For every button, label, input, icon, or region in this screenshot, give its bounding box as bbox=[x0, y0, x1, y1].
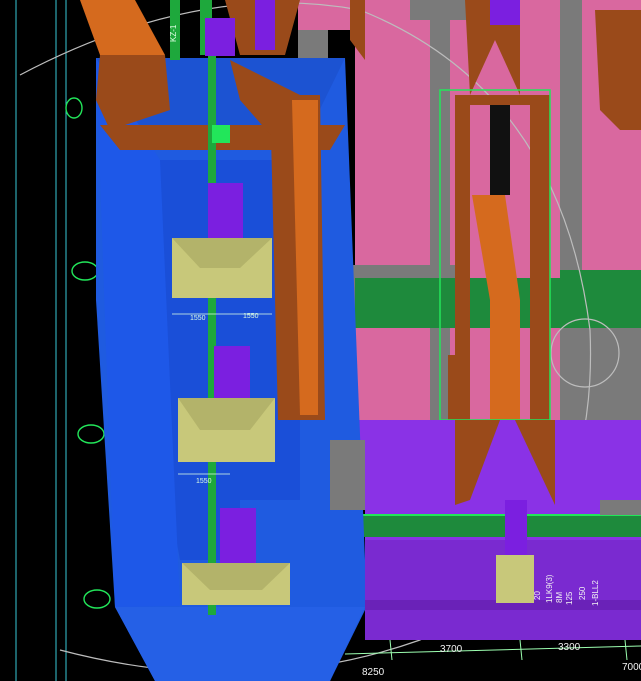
vdim-2: 250 bbox=[578, 586, 587, 600]
dim-3700: 3700 bbox=[440, 644, 463, 655]
dim-7000: 7000 bbox=[622, 662, 641, 673]
dim-footing-top-right: 1550 bbox=[243, 313, 259, 320]
green-strip-mid-right bbox=[560, 270, 641, 325]
column-label-left: KZ-1 bbox=[169, 24, 178, 42]
dim-footing-top-left: 1550 bbox=[190, 315, 206, 322]
vdim-5: 1LK9(3) bbox=[545, 574, 554, 603]
vdim-4: 8M bbox=[555, 592, 564, 603]
dim-footing-middle: 1550 bbox=[196, 478, 212, 485]
elevator-shaft bbox=[490, 95, 510, 195]
vdim-6: 20 bbox=[533, 591, 542, 600]
dim-8250: 8250 bbox=[362, 667, 385, 678]
blue-frame-bottom-cap bbox=[115, 607, 365, 681]
vdim-1: 1-BLL2 bbox=[591, 580, 600, 606]
dim-3300: 3300 bbox=[558, 642, 581, 653]
vdim-3: 125 bbox=[565, 591, 574, 605]
footing-4 bbox=[496, 555, 534, 603]
cad-3d-viewport[interactable]: 1550 1550 1550 KZ-1 1-BLL2 250 125 8M 1L… bbox=[0, 0, 641, 681]
